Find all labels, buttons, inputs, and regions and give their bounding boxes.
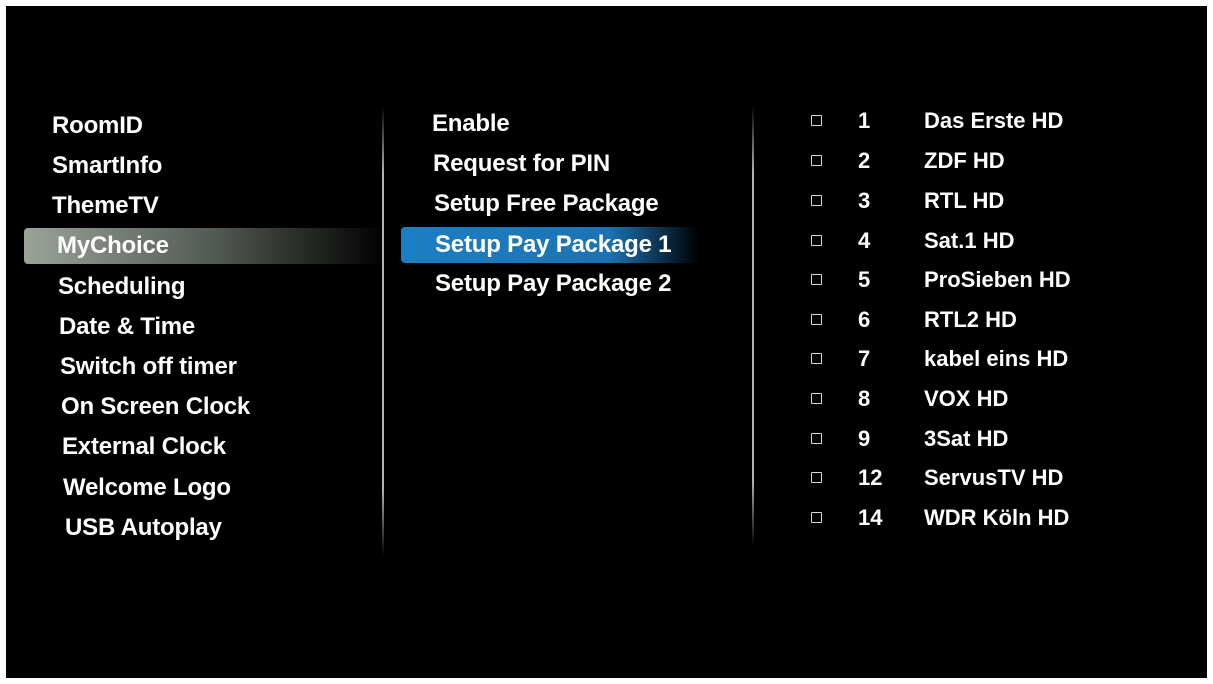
tv-settings-screen: RoomID SmartInfo ThemeTV MyChoice Schedu… (6, 6, 1207, 678)
menu-item-label: SmartInfo (52, 152, 163, 179)
menu-item-label: On Screen Clock (61, 393, 251, 420)
channel-name: ServusTV HD (924, 465, 1064, 490)
channel-number: 7 (858, 346, 871, 371)
channel-name: 3Sat HD (924, 426, 1009, 451)
checkbox-icon[interactable] (811, 195, 822, 206)
column-divider (752, 106, 754, 546)
menu-item-themetv[interactable]: ThemeTV (52, 188, 159, 224)
channel-name: kabel eins HD (924, 346, 1069, 371)
menu-item-label: Setup Pay Package 1 (435, 231, 672, 258)
menu-item-request-for-pin[interactable]: Request for PIN (433, 146, 610, 182)
channel-number: 3 (858, 188, 871, 213)
menu-item-label: Welcome Logo (63, 474, 231, 501)
checkbox-icon[interactable] (811, 235, 822, 246)
menu-item-usb-autoplay[interactable]: USB Autoplay (65, 510, 222, 546)
checkbox-icon[interactable] (811, 512, 822, 523)
menu-item-label: Date & Time (59, 313, 196, 340)
channel-number: 4 (858, 228, 871, 253)
menu-item-label: Setup Free Package (434, 190, 659, 217)
channel-number: 2 (858, 148, 871, 173)
menu-item-setup-pay-package-1[interactable]: Setup Pay Package 1 (401, 227, 699, 263)
menu-item-on-screen-clock[interactable]: On Screen Clock (61, 389, 250, 425)
channel-number: 8 (858, 386, 871, 411)
menu-item-label: Enable (432, 110, 510, 137)
channel-name: ZDF HD (924, 148, 1005, 173)
channel-number: 9 (858, 426, 871, 451)
channel-number: 14 (858, 505, 883, 530)
checkbox-icon[interactable] (811, 274, 822, 285)
channel-name: RTL HD (924, 188, 1005, 213)
channel-name: VOX HD (924, 386, 1009, 411)
column-divider (382, 106, 384, 556)
menu-item-date-time[interactable]: Date & Time (59, 309, 195, 345)
menu-item-label: Setup Pay Package 2 (435, 270, 672, 297)
channel-name: RTL2 HD (924, 307, 1017, 332)
checkbox-icon[interactable] (811, 353, 822, 364)
channel-number: 1 (858, 108, 871, 133)
channel-name: ProSieben HD (924, 267, 1071, 292)
channel-name: WDR Köln HD (924, 505, 1070, 530)
menu-item-label: RoomID (52, 112, 143, 139)
checkbox-icon[interactable] (811, 393, 822, 404)
menu-item-label: Scheduling (58, 273, 186, 300)
checkbox-icon[interactable] (811, 433, 822, 444)
menu-item-label: Request for PIN (433, 150, 611, 177)
channel-name: Das Erste HD (924, 108, 1064, 133)
menu-item-external-clock[interactable]: External Clock (62, 429, 226, 465)
menu-item-smartinfo[interactable]: SmartInfo (52, 148, 162, 184)
menu-item-label: MyChoice (57, 232, 169, 259)
menu-item-label: USB Autoplay (65, 514, 222, 541)
menu-item-label: ThemeTV (52, 192, 159, 219)
checkbox-icon[interactable] (811, 472, 822, 483)
menu-item-mychoice[interactable]: MyChoice (24, 228, 386, 264)
checkbox-icon[interactable] (811, 155, 822, 166)
checkbox-icon[interactable] (811, 115, 822, 126)
channel-name: Sat.1 HD (924, 228, 1015, 253)
menu-item-label: Switch off timer (60, 353, 237, 380)
channel-number: 5 (858, 267, 871, 292)
menu-item-scheduling[interactable]: Scheduling (58, 269, 186, 305)
channel-number: 12 (858, 465, 883, 490)
menu-item-setup-free-package[interactable]: Setup Free Package (434, 186, 659, 222)
menu-item-welcome-logo[interactable]: Welcome Logo (63, 470, 231, 506)
menu-item-enable[interactable]: Enable (432, 106, 510, 142)
checkbox-icon[interactable] (811, 314, 822, 325)
menu-item-switch-off-timer[interactable]: Switch off timer (60, 349, 237, 385)
menu-item-setup-pay-package-2[interactable]: Setup Pay Package 2 (435, 266, 672, 302)
channel-number: 6 (858, 307, 871, 332)
menu-item-label: External Clock (62, 433, 226, 460)
menu-item-roomid[interactable]: RoomID (52, 108, 143, 144)
